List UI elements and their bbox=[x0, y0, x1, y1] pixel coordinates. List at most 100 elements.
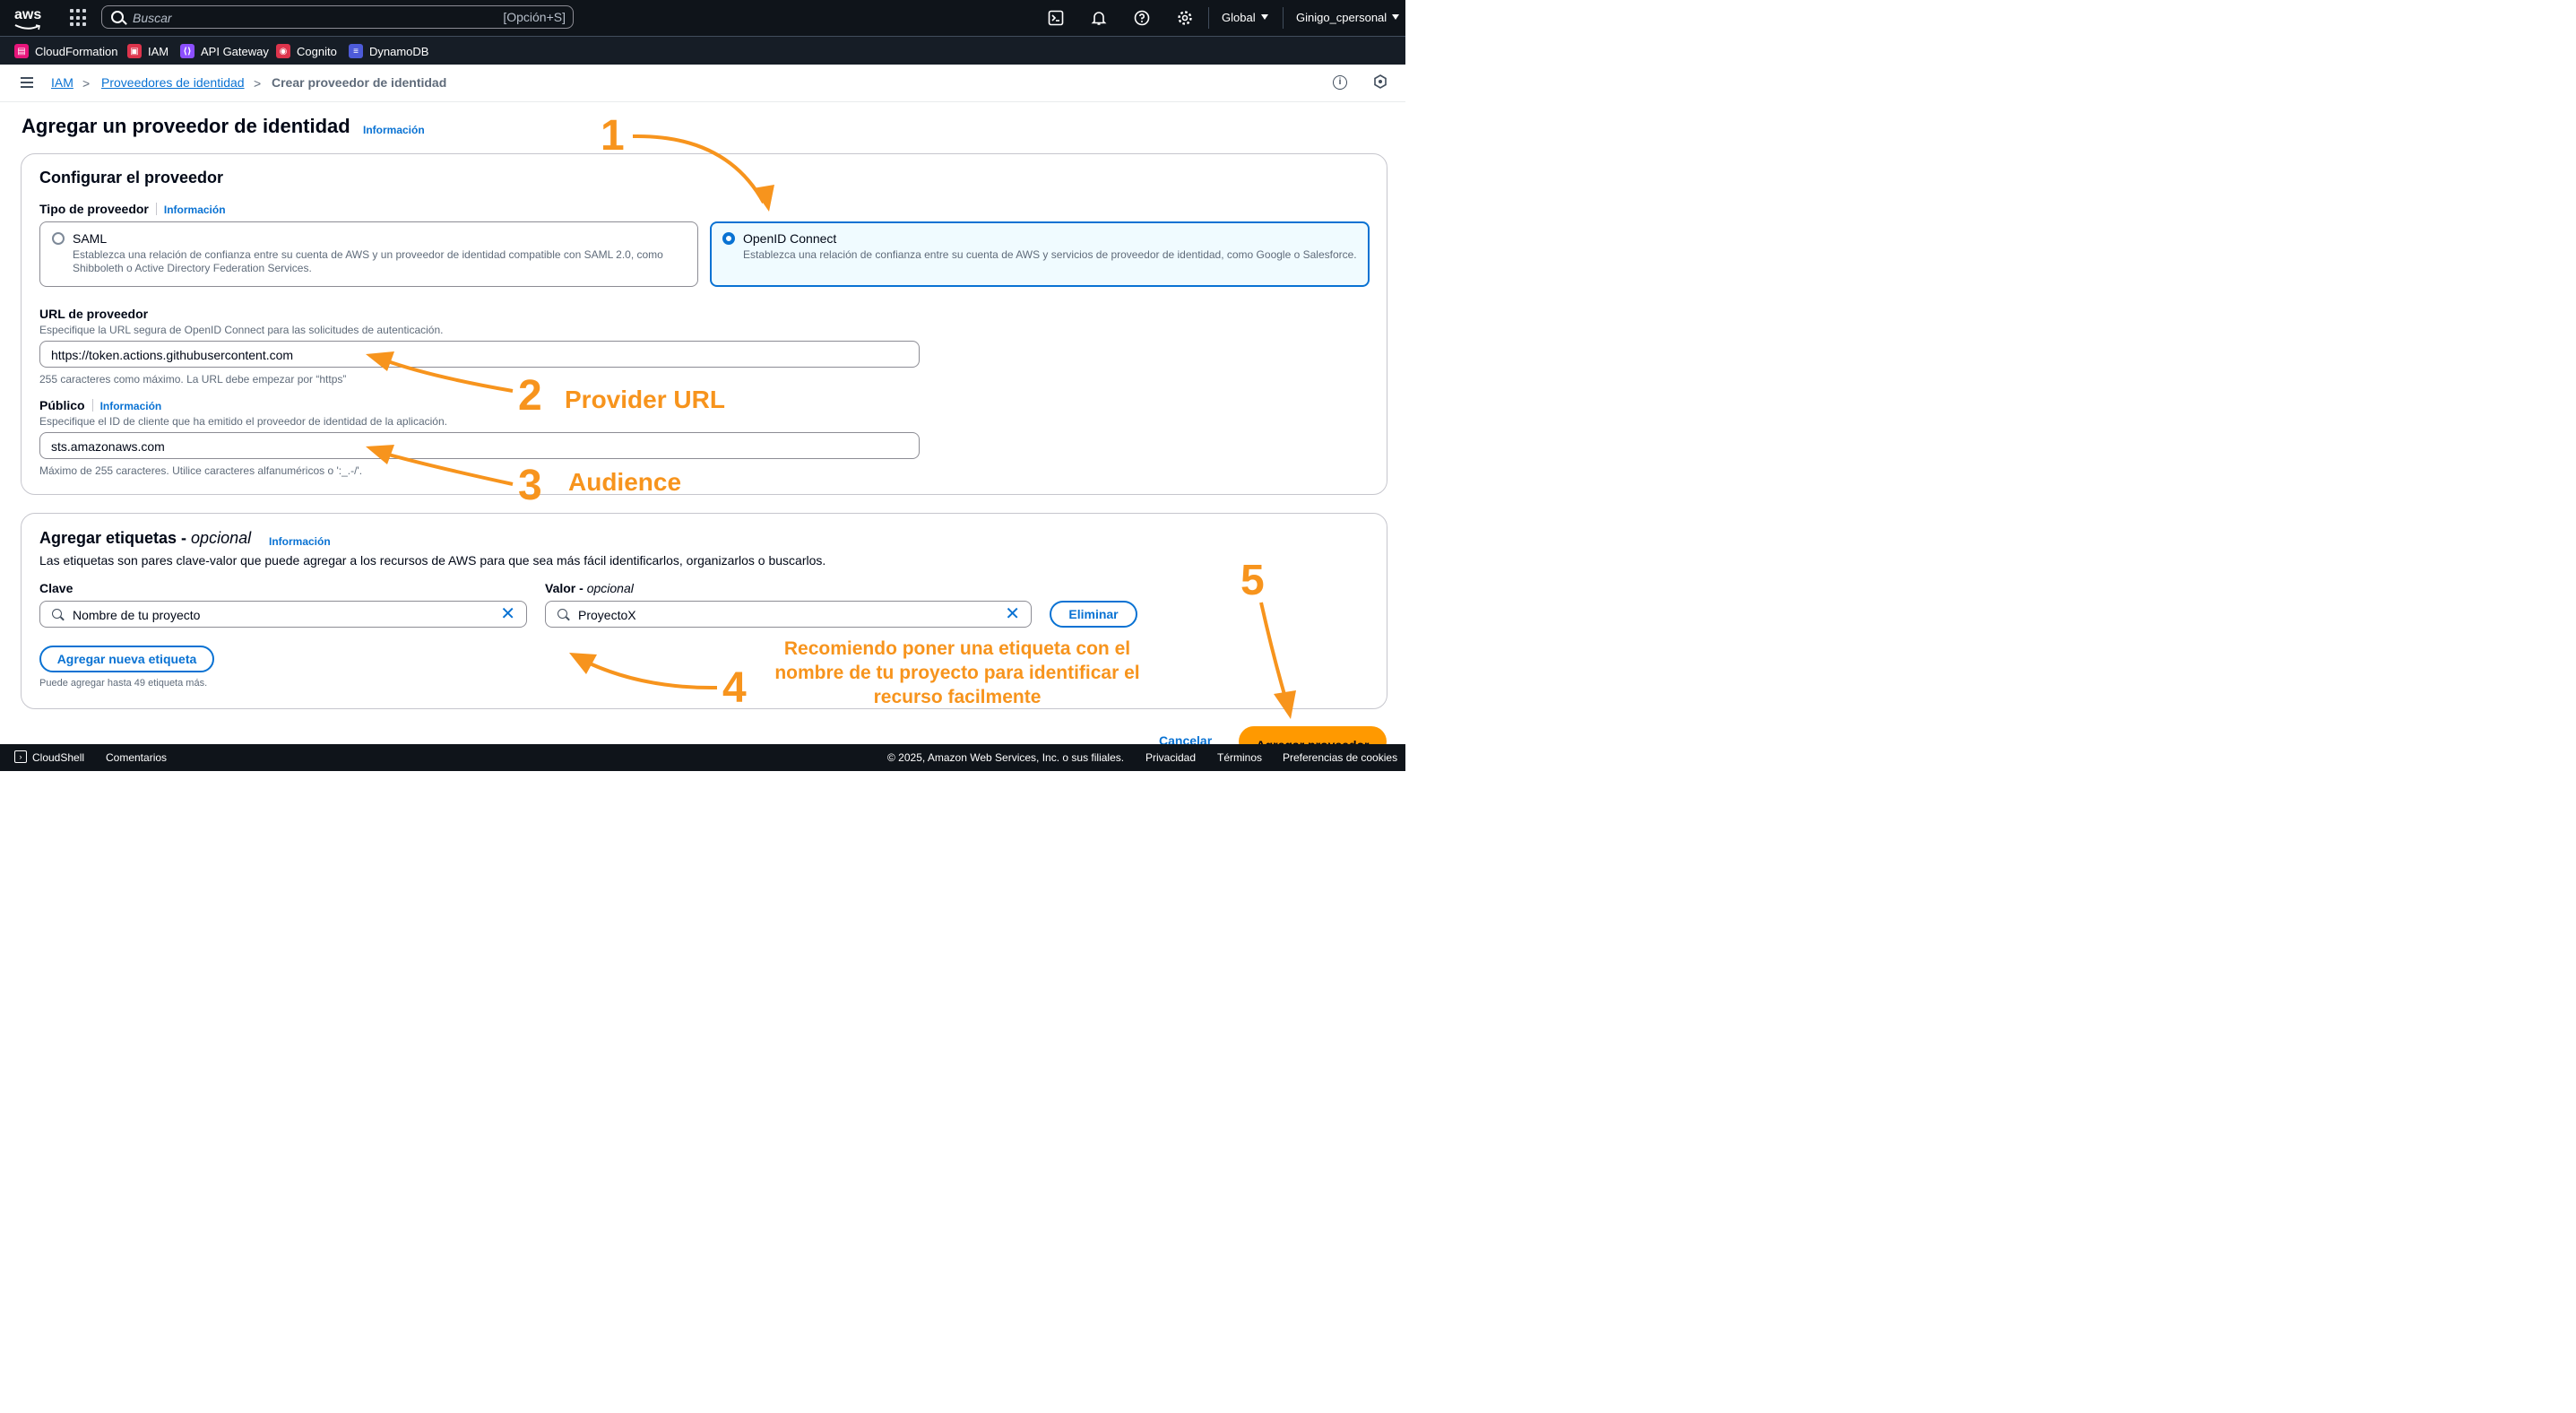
footer-cloudshell-link[interactable]: CloudShell bbox=[32, 751, 84, 764]
favorite-cognito[interactable]: ◉ Cognito bbox=[276, 43, 337, 59]
openid-connect-title: OpenID Connect bbox=[743, 231, 837, 246]
cloudshell-icon[interactable] bbox=[1047, 9, 1065, 27]
caret-down-icon bbox=[1392, 14, 1400, 20]
saml-title: SAML bbox=[73, 231, 108, 246]
openid-connect-radio-selected[interactable] bbox=[722, 232, 735, 245]
provider-url-hint: 255 caracteres como máximo. La URL debe … bbox=[39, 373, 347, 386]
tag-value-label-text: Valor - bbox=[545, 581, 587, 595]
favorite-label: CloudFormation bbox=[35, 44, 118, 58]
caret-down-icon bbox=[1260, 14, 1268, 20]
provider-type-info-link[interactable]: Información bbox=[164, 204, 226, 216]
breadcrumb-bar: IAM > Proveedores de identidad > Crear p… bbox=[0, 65, 1405, 102]
favorite-api-gateway[interactable]: ⟨⟩ API Gateway bbox=[180, 43, 269, 59]
tags-title-text: Agregar etiquetas - bbox=[39, 529, 192, 547]
audience-value: sts.amazonaws.com bbox=[51, 439, 165, 454]
clear-x-icon[interactable]: ✕ bbox=[1005, 604, 1020, 624]
annotation-number-4: 4 bbox=[722, 664, 747, 712]
tags-hint: Puede agregar hasta 49 etiqueta más. bbox=[39, 678, 208, 689]
tag-key-input[interactable]: Nombre de tu proyecto ✕ bbox=[39, 601, 527, 628]
favorites-bar: ▤ CloudFormation ▣ IAM ⟨⟩ API Gateway ◉ … bbox=[0, 36, 1405, 65]
iam-icon: ▣ bbox=[127, 44, 142, 58]
annotation-number-1: 1 bbox=[601, 112, 625, 160]
provider-url-description: Especifique la URL segura de OpenID Conn… bbox=[39, 324, 444, 336]
footer-cookie-preferences-link[interactable]: Preferencias de cookies bbox=[1283, 751, 1397, 764]
aws-smile-icon bbox=[14, 24, 40, 30]
menu-hamburger-icon[interactable] bbox=[21, 77, 33, 88]
favorite-label: DynamoDB bbox=[369, 44, 429, 58]
tags-title-optional: opcional bbox=[191, 529, 252, 547]
annotation-provider-url: Provider URL bbox=[565, 386, 725, 413]
breadcrumb-identity-providers[interactable]: Proveedores de identidad bbox=[101, 75, 245, 90]
saml-option-tile[interactable]: SAML Establezca una relación de confianz… bbox=[39, 221, 698, 287]
footer-copyright: © 2025, Amazon Web Services, Inc. o sus … bbox=[887, 751, 1125, 764]
services-menu-icon[interactable] bbox=[70, 9, 88, 27]
tag-value-value: ProyectoX bbox=[578, 608, 636, 622]
search-icon bbox=[52, 609, 62, 619]
top-navigation: aws Buscar [Opción+S] Global Ginigo_cper… bbox=[0, 0, 1405, 36]
search-icon bbox=[111, 11, 124, 23]
saml-description-line2: Shibboleth o Active Directory Federation… bbox=[73, 262, 312, 274]
footer-comments-link[interactable]: Comentarios bbox=[106, 751, 167, 764]
search-icon bbox=[558, 609, 567, 619]
annotation-tip-line2: nombre de tu proyecto para identificar e… bbox=[774, 663, 1140, 683]
footer-terms-link[interactable]: Términos bbox=[1217, 751, 1262, 764]
openid-connect-option-tile[interactable]: OpenID Connect Establezca una relación d… bbox=[710, 221, 1370, 287]
search-placeholder: Buscar bbox=[133, 11, 172, 25]
saml-radio[interactable] bbox=[52, 232, 65, 245]
cloudshell-icon[interactable]: › bbox=[14, 750, 27, 763]
dynamodb-icon: ≡ bbox=[349, 44, 363, 58]
tags-info-link[interactable]: Información bbox=[269, 535, 331, 548]
audience-info-link[interactable]: Información bbox=[100, 400, 162, 412]
add-new-tag-button[interactable]: Agregar nueva etiqueta bbox=[39, 646, 214, 672]
annotation-tip: Recomiendo poner una etiqueta con el nom… bbox=[758, 637, 1156, 709]
notifications-bell-icon[interactable] bbox=[1090, 9, 1108, 27]
account-menu[interactable]: Ginigo_cpersonal bbox=[1296, 11, 1400, 24]
annotation-number-3: 3 bbox=[518, 462, 542, 509]
api-gateway-icon: ⟨⟩ bbox=[180, 44, 194, 58]
favorite-label: IAM bbox=[148, 44, 169, 58]
cloudformation-icon: ▤ bbox=[14, 44, 29, 58]
remove-tag-button[interactable]: Eliminar bbox=[1050, 601, 1137, 628]
nav-divider bbox=[1208, 7, 1209, 29]
provider-url-input[interactable]: https://token.actions.githubusercontent.… bbox=[39, 341, 920, 368]
audience-input[interactable]: sts.amazonaws.com bbox=[39, 432, 920, 459]
region-selector[interactable]: Global bbox=[1222, 11, 1268, 24]
cognito-icon: ◉ bbox=[276, 44, 290, 58]
annotation-tip-line1: Recomiendo poner una etiqueta con el bbox=[783, 638, 1131, 659]
breadcrumb-iam[interactable]: IAM bbox=[51, 75, 73, 90]
favorite-label: Cognito bbox=[297, 44, 337, 58]
breadcrumb-current: Crear proveedor de identidad bbox=[272, 75, 447, 90]
settings-gear-icon[interactable] bbox=[1176, 9, 1194, 27]
tags-title: Agregar etiquetas - opcional bbox=[39, 529, 251, 548]
search-shortcut: [Opción+S] bbox=[503, 10, 566, 24]
aws-logo-text: aws bbox=[14, 7, 42, 22]
info-icon[interactable]: i bbox=[1333, 75, 1347, 90]
annotation-tip-line3: recurso facilmente bbox=[873, 687, 1042, 707]
audience-description: Especifique el ID de cliente que ha emit… bbox=[39, 415, 447, 428]
tag-key-value: Nombre de tu proyecto bbox=[73, 608, 201, 622]
favorite-iam[interactable]: ▣ IAM bbox=[127, 43, 169, 59]
global-search-input[interactable]: Buscar [Opción+S] bbox=[101, 5, 574, 29]
page-title: Agregar un proveedor de identidad bbox=[22, 115, 350, 137]
clear-x-icon[interactable]: ✕ bbox=[500, 604, 515, 624]
region-label: Global bbox=[1222, 11, 1256, 24]
help-icon[interactable] bbox=[1133, 9, 1151, 27]
favorite-dynamodb[interactable]: ≡ DynamoDB bbox=[349, 43, 428, 59]
openid-connect-description: Establezca una relación de confianza ent… bbox=[743, 248, 1357, 261]
annotation-number-2: 2 bbox=[518, 372, 542, 420]
page-info-link[interactable]: Información bbox=[363, 124, 425, 136]
audience-label-text: Público bbox=[39, 398, 85, 412]
annotation-number-5: 5 bbox=[1240, 557, 1265, 604]
aws-logo[interactable]: aws bbox=[13, 5, 45, 30]
footer: › CloudShell Comentarios © 2025, Amazon … bbox=[0, 744, 1405, 771]
tag-value-input[interactable]: ProyectoX ✕ bbox=[545, 601, 1032, 628]
provider-url-label: URL de proveedor bbox=[39, 307, 149, 321]
tag-value-label: Valor - opcional bbox=[545, 581, 634, 595]
footer-privacy-link[interactable]: Privacidad bbox=[1145, 751, 1196, 764]
hexagon-settings-icon[interactable] bbox=[1373, 74, 1387, 89]
chevron-right-icon: > bbox=[254, 76, 262, 91]
provider-type-label: Tipo de proveedor Información bbox=[39, 202, 226, 216]
tags-description: Las etiquetas son pares clave-valor que … bbox=[39, 553, 826, 568]
audience-hint: Máximo de 255 caracteres. Utilice caract… bbox=[39, 464, 363, 477]
favorite-cloudformation[interactable]: ▤ CloudFormation bbox=[14, 43, 118, 59]
